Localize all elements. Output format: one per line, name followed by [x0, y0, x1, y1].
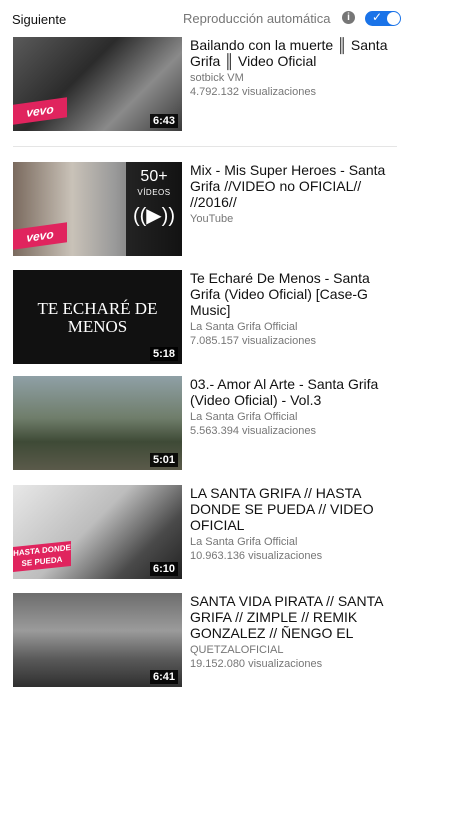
video-title[interactable]: 03.- Amor Al Arte - Santa Grifa (Video O… [190, 376, 402, 408]
up-next-label: Siguiente [12, 12, 67, 27]
video-info[interactable]: Mix - Mis Super Heroes - Santa Grifa //V… [190, 162, 402, 226]
duration-badge: 5:01 [149, 453, 178, 467]
video-title[interactable]: Te Echaré De Menos - Santa Grifa (Video … [190, 270, 402, 318]
view-count: 7.085.157 visualizaciones [190, 335, 316, 347]
video-thumbnail[interactable]: vevo 6:43 [13, 37, 182, 131]
duration-badge: 6:43 [149, 114, 178, 128]
channel-name: La Santa Grifa Official [190, 411, 298, 423]
video-item[interactable]: vevo 6:43 Bailando con la muerte ║ Santa… [13, 37, 403, 132]
duration-badge: 6:41 [149, 670, 178, 684]
mix-label: VÍDEOS [137, 188, 171, 197]
view-count: 4.792.132 visualizaciones [190, 86, 316, 98]
mix-count: 50+ [140, 168, 168, 185]
video-item[interactable]: 5:01 03.- Amor Al Arte - Santa Grifa (Vi… [13, 376, 403, 471]
video-info[interactable]: 03.- Amor Al Arte - Santa Grifa (Video O… [190, 376, 402, 438]
channel-name: QUETZALOFICIAL [190, 644, 284, 656]
video-thumbnail[interactable]: vevo 50+ VÍDEOS ((▶)) [13, 162, 182, 256]
channel-name: YouTube [190, 213, 234, 225]
check-icon: ✓ [372, 10, 383, 24]
video-thumbnail[interactable]: 5:01 [13, 376, 182, 470]
view-count: 5.563.394 visualizaciones [190, 425, 316, 437]
autoplay-toggle[interactable]: ✓ [365, 10, 401, 26]
autoplay-label: Reproducción automática [183, 11, 331, 26]
channel-name: sotbick VM [190, 72, 244, 84]
video-item[interactable]: vevo 50+ VÍDEOS ((▶)) Mix - Mis Super He… [13, 162, 403, 257]
video-info[interactable]: SANTA VIDA PIRATA // SANTA GRIFA // ZIMP… [190, 593, 402, 671]
video-info[interactable]: LA SANTA GRIFA // HASTA DONDE SE PUEDA /… [190, 485, 402, 563]
video-title[interactable]: SANTA VIDA PIRATA // SANTA GRIFA // ZIMP… [190, 593, 402, 641]
video-item[interactable]: TE ECHARÉ DE MENOS 5:18 Te Echaré De Men… [13, 270, 403, 365]
video-info[interactable]: Te Echaré De Menos - Santa Grifa (Video … [190, 270, 402, 348]
channel-name: La Santa Grifa Official [190, 321, 298, 333]
video-item[interactable]: HASTA DONDE SE PUEDA 6:10 LA SANTA GRIFA… [13, 485, 403, 580]
video-title[interactable]: Mix - Mis Super Heroes - Santa Grifa //V… [190, 162, 402, 210]
view-count: 10.963.136 visualizaciones [190, 550, 323, 562]
video-item[interactable]: 6:41 SANTA VIDA PIRATA // SANTA GRIFA //… [13, 593, 403, 688]
view-count: 19.152.080 visualizaciones [190, 658, 323, 670]
divider [13, 146, 397, 147]
duration-badge: 5:18 [149, 347, 178, 361]
video-info[interactable]: Bailando con la muerte ║ Santa Grifa ║ V… [190, 37, 402, 99]
video-title[interactable]: LA SANTA GRIFA // HASTA DONDE SE PUEDA /… [190, 485, 402, 533]
video-title[interactable]: Bailando con la muerte ║ Santa Grifa ║ V… [190, 37, 402, 69]
video-thumbnail[interactable]: 6:41 [13, 593, 182, 687]
playlist-play-icon: ((▶)) [132, 205, 176, 227]
video-thumbnail[interactable]: HASTA DONDE SE PUEDA 6:10 [13, 485, 182, 579]
video-thumbnail[interactable]: TE ECHARÉ DE MENOS 5:18 [13, 270, 182, 364]
channel-name: La Santa Grifa Official [190, 536, 298, 548]
mix-overlay: 50+ VÍDEOS ((▶)) [126, 162, 182, 256]
toggle-knob [387, 12, 400, 25]
thumbnail-title-text: TE ECHARÉ DE MENOS [37, 299, 158, 336]
info-icon[interactable]: i [342, 11, 355, 24]
up-next-header: Siguiente Reproducción automática i ✓ [12, 10, 402, 30]
duration-badge: 6:10 [149, 562, 178, 576]
